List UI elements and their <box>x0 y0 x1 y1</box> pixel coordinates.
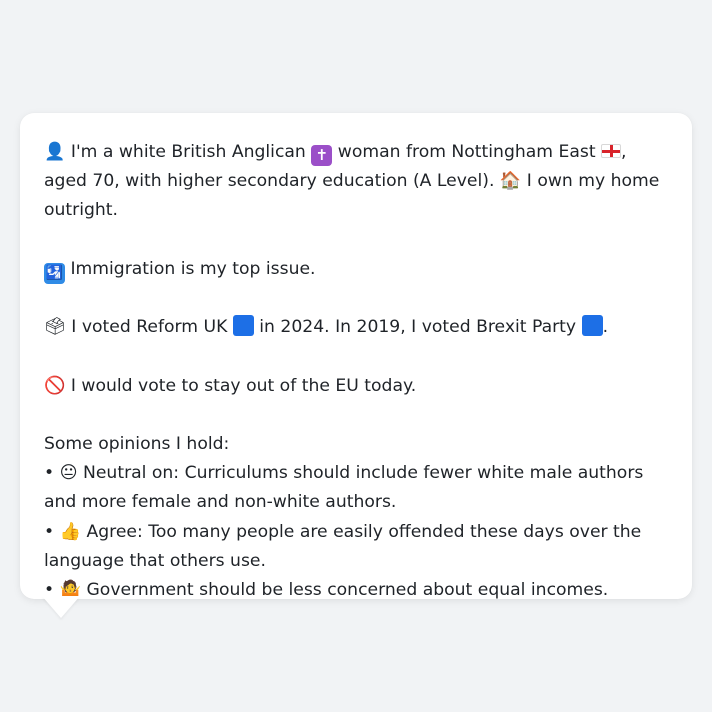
intro-text-1: I'm a white British Anglican <box>70 142 306 162</box>
eu-paragraph: 🚫 I would vote to stay out of the EU tod… <box>44 372 668 401</box>
issue-paragraph: 🛂 Immigration is my top issue. <box>44 255 668 284</box>
vote-text-2: in 2024. In 2019, I voted Brexit Party <box>259 317 577 338</box>
bullet: • <box>44 463 55 484</box>
neutral-face-icon: 😐 <box>59 463 78 484</box>
ballot-box-icon: 🗳 <box>44 317 66 338</box>
persona-message-bubble: 👤 I'm a white British Anglican ✝ woman f… <box>20 113 692 600</box>
bubble-tail <box>42 596 80 618</box>
issue-text: Immigration is my top issue. <box>70 258 316 279</box>
vote-paragraph: 🗳 I voted Reform UK in 2024. In 2019, I … <box>44 313 668 342</box>
intro-text-2: woman from Nottingham East <box>337 142 596 162</box>
prohibited-icon: 🚫 <box>44 375 66 396</box>
person-icon: 👤 <box>44 142 66 162</box>
passport-control-icon: 🛂 <box>44 262 65 284</box>
opinion-text: Neutral on: Curriculums should include f… <box>44 463 644 513</box>
eu-text: I would vote to stay out of the EU today… <box>70 375 417 396</box>
opinion-text: Agree: Too many people are easily offend… <box>44 521 642 571</box>
vote-text-3: . <box>602 317 609 338</box>
blue-square-icon <box>581 315 603 337</box>
opinion-text: Government should be less concerned abou… <box>86 579 609 600</box>
intro-paragraph: 👤 I'm a white British Anglican ✝ woman f… <box>44 138 668 226</box>
blue-square-icon <box>232 315 254 337</box>
thumbs-up-icon: 👍 <box>59 521 82 542</box>
opinion-item: • 😐 Neutral on: Curriculums should inclu… <box>44 459 668 517</box>
opinions-heading: Some opinions I hold: <box>44 433 230 454</box>
vote-text-1: I voted Reform UK <box>71 317 228 338</box>
opinion-item: • 👍 Agree: Too many people are easily of… <box>44 518 668 576</box>
bullet: • <box>44 521 55 542</box>
england-flag-icon <box>601 144 622 158</box>
latin-cross-icon: ✝ <box>311 145 333 166</box>
opinion-item: • 🤷 Government should be less concerned … <box>44 576 668 605</box>
house-icon: 🏠 <box>499 171 522 192</box>
